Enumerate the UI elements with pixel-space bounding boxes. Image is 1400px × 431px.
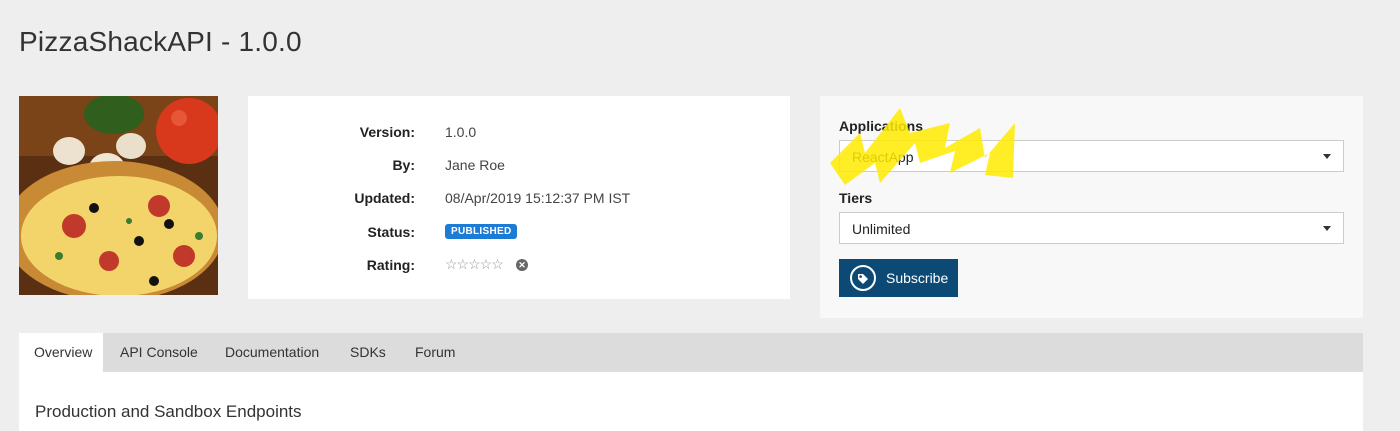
subscribe-card: Applications ReactApp Tiers Unlimited Su…	[820, 96, 1363, 318]
status-row: Status: PUBLISHED	[248, 224, 790, 244]
tiers-label: Tiers	[839, 190, 873, 206]
clear-rating-icon[interactable]: ✕	[516, 259, 528, 271]
status-badge: PUBLISHED	[445, 224, 518, 239]
applications-select[interactable]: ReactApp	[839, 140, 1344, 172]
api-tabs: Overview API Console Documentation SDKs …	[19, 333, 1363, 372]
tab-sdks[interactable]: SDKs	[335, 333, 401, 372]
version-row: Version: 1.0.0	[248, 124, 790, 144]
by-label: By:	[392, 157, 415, 173]
tab-api-console[interactable]: API Console	[105, 333, 213, 372]
chevron-down-icon	[1323, 226, 1331, 231]
applications-label: Applications	[839, 118, 924, 134]
tiers-select[interactable]: Unlimited	[839, 212, 1344, 244]
version-value: 1.0.0	[445, 124, 477, 140]
rating-label: Rating:	[366, 257, 415, 273]
api-info-card: Version: 1.0.0 By: Jane Roe Updated: 08/…	[248, 96, 790, 299]
tiers-select-value: Unlimited	[852, 221, 911, 237]
version-label: Version:	[359, 124, 415, 140]
by-value: Jane Roe	[445, 157, 505, 173]
tab-content: Production and Sandbox Endpoints	[19, 372, 1363, 431]
updated-label: Updated:	[354, 190, 415, 206]
rating-stars[interactable]: ☆☆☆☆☆	[445, 256, 504, 273]
updated-value: 08/Apr/2019 15:12:37 PM IST	[445, 190, 631, 206]
applications-select-value: ReactApp	[852, 149, 914, 165]
chevron-down-icon	[1323, 154, 1331, 159]
tab-forum[interactable]: Forum	[400, 333, 470, 372]
status-label: Status:	[367, 224, 415, 240]
subscribe-button-label: Subscribe	[886, 270, 949, 286]
pizza-image-icon	[19, 96, 218, 295]
page-title: PizzaShackAPI - 1.0.0	[19, 26, 302, 57]
by-row: By: Jane Roe	[248, 157, 790, 177]
tab-documentation[interactable]: Documentation	[210, 333, 334, 372]
updated-row: Updated: 08/Apr/2019 15:12:37 PM IST	[248, 190, 790, 210]
tag-icon	[850, 265, 876, 291]
rating-row: Rating: ☆☆☆☆☆ ✕	[248, 256, 790, 277]
api-thumbnail	[19, 96, 218, 295]
subscribe-button[interactable]: Subscribe	[839, 259, 958, 297]
tab-overview[interactable]: Overview	[19, 333, 103, 372]
section-title: Production and Sandbox Endpoints	[35, 402, 302, 421]
